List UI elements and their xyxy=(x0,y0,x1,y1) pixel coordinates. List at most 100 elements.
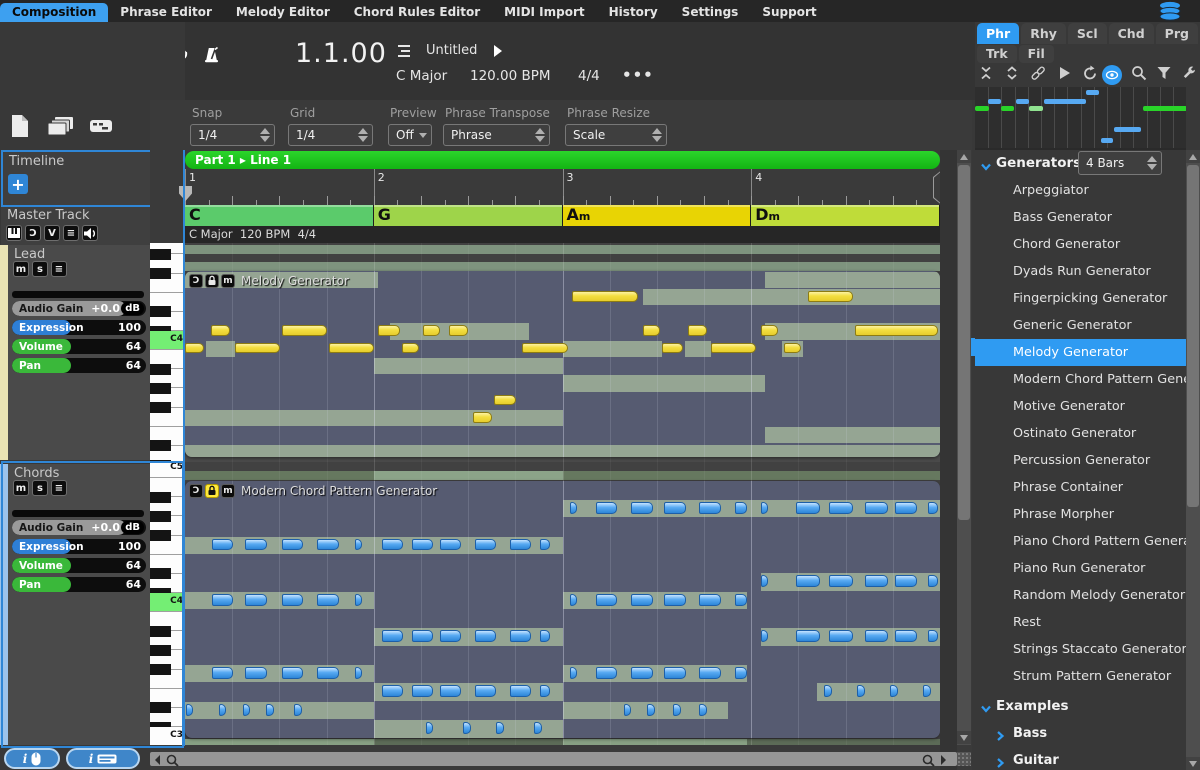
midi-note[interactable] xyxy=(382,539,404,551)
piano-black-key[interactable] xyxy=(150,568,171,579)
tempo-display[interactable]: 120.00 BPM xyxy=(470,68,565,84)
midi-note[interactable] xyxy=(317,539,339,551)
chevron-right-icon[interactable] xyxy=(995,727,1006,739)
midi-note[interactable] xyxy=(596,594,618,606)
piano-black-key[interactable] xyxy=(150,511,171,522)
midi-note[interactable] xyxy=(596,667,618,679)
chevron-down-icon[interactable] xyxy=(980,700,992,712)
midi-note[interactable] xyxy=(317,667,339,679)
midi-note[interactable] xyxy=(796,630,820,642)
generator-item-ostinato-generator[interactable]: Ostinato Generator xyxy=(975,420,1186,447)
midi-note[interactable] xyxy=(662,343,684,354)
expand-icon[interactable] xyxy=(1004,65,1020,85)
midi-note[interactable] xyxy=(245,667,267,679)
key-display[interactable]: C Major xyxy=(396,68,466,84)
piano-black-key[interactable] xyxy=(150,364,171,375)
midi-note[interactable] xyxy=(412,685,434,697)
piano-black-key[interactable] xyxy=(150,664,171,675)
add-timeline-button[interactable]: + xyxy=(8,174,28,194)
midi-note[interactable] xyxy=(664,502,686,514)
midi-note[interactable] xyxy=(382,685,404,697)
midi-note[interactable] xyxy=(282,325,327,336)
generator-item-bass-generator[interactable]: Bass Generator xyxy=(975,204,1186,231)
piano-black-key[interactable] xyxy=(150,402,171,413)
new-file-icon[interactable] xyxy=(8,114,32,142)
piano-black-key[interactable] xyxy=(150,492,171,503)
solo-button[interactable]: s xyxy=(32,261,48,277)
midi-note[interactable] xyxy=(522,343,567,354)
piano-black-key[interactable] xyxy=(150,268,171,279)
track-menu-button[interactable]: ≡ xyxy=(51,261,67,277)
piano-black-key[interactable] xyxy=(150,702,171,713)
midi-note[interactable] xyxy=(796,575,820,587)
hscroll-left-button[interactable] xyxy=(152,752,165,766)
generator-item-melody-generator[interactable]: Melody Generator xyxy=(975,339,1186,366)
lead-keyboard[interactable]: C4 xyxy=(150,243,185,462)
midi-note[interactable] xyxy=(540,685,550,697)
main-hscrollbar[interactable] xyxy=(150,752,957,766)
eye-icon[interactable] xyxy=(1102,65,1122,85)
midi-note[interactable] xyxy=(796,502,820,514)
phrase-lock-icon[interactable] xyxy=(205,274,219,288)
menu-tab-chord-rules-editor[interactable]: Chord Rules Editor xyxy=(342,3,492,22)
midi-note[interactable] xyxy=(928,575,938,587)
midi-note[interactable] xyxy=(699,502,721,514)
solo-button[interactable]: s xyxy=(32,480,48,496)
generator-item-percussion-generator[interactable]: Percussion Generator xyxy=(975,447,1186,474)
tab-phr[interactable]: Phr xyxy=(977,23,1019,44)
menu-tab-melody-editor[interactable]: Melody Editor xyxy=(224,3,342,22)
piano-black-key[interactable] xyxy=(150,440,171,451)
midi-note[interactable] xyxy=(402,343,419,354)
expression-slider[interactable]: Expression100 xyxy=(12,320,146,335)
midi-note[interactable] xyxy=(440,539,462,551)
rp-scroll-thumb[interactable] xyxy=(1187,165,1199,507)
song-title[interactable]: Untitled xyxy=(426,43,496,59)
refresh-icon[interactable] xyxy=(1082,65,1098,85)
hscroll-zoom-icon-right[interactable] xyxy=(922,752,936,766)
phrase-lock-icon[interactable] xyxy=(205,484,219,498)
preview-select[interactable]: Off xyxy=(388,124,432,146)
midi-note[interactable] xyxy=(282,667,304,679)
magnet-icon[interactable]: Ɔ xyxy=(25,225,41,241)
midi-note[interactable] xyxy=(673,704,680,716)
track-menu-button[interactable]: ≡ xyxy=(51,480,67,496)
midi-note[interactable] xyxy=(761,325,778,336)
track-panel-chords[interactable]: Chordsms≡Audio Gain+0.0dBExpression100Vo… xyxy=(8,464,150,745)
midi-note[interactable] xyxy=(664,667,686,679)
generator-item-dyads-run-generator[interactable]: Dyads Run Generator xyxy=(975,258,1186,285)
midi-note[interactable] xyxy=(895,575,917,587)
mute-button[interactable]: m xyxy=(13,480,29,496)
scroll-down-button[interactable] xyxy=(957,731,971,744)
resize-select[interactable]: Scale xyxy=(565,124,667,146)
generator-item-piano-chord-pattern-generator[interactable]: Piano Chord Pattern Generator xyxy=(975,528,1186,555)
card-icon[interactable] xyxy=(89,117,113,139)
midi-note[interactable] xyxy=(570,594,577,606)
chord-block-C[interactable]: C xyxy=(185,205,374,226)
midi-note[interactable] xyxy=(596,502,618,514)
midi-note[interactable] xyxy=(440,685,462,697)
chord-block-G[interactable]: G xyxy=(374,205,563,226)
midi-note[interactable] xyxy=(699,704,706,716)
midi-note[interactable] xyxy=(475,685,497,697)
midi-note[interactable] xyxy=(855,325,938,336)
track-panel-lead[interactable]: Leadms≡Audio Gain+0.0dBExpression100Volu… xyxy=(8,245,150,460)
midi-note[interactable] xyxy=(647,704,654,716)
midi-note[interactable] xyxy=(808,291,853,302)
volume-slider[interactable]: Volume64 xyxy=(12,339,146,354)
tab-fil[interactable]: Fil xyxy=(1019,45,1054,63)
layers-icon[interactable] xyxy=(46,115,75,141)
tab-rhy[interactable]: Rhy xyxy=(1021,23,1066,44)
menu-tab-settings[interactable]: Settings xyxy=(670,3,751,22)
menu-tab-phrase-editor[interactable]: Phrase Editor xyxy=(108,3,224,22)
bars-selector[interactable]: 4 Bars xyxy=(1078,151,1162,175)
volume-slider[interactable]: Volume64 xyxy=(12,558,146,573)
phrase-loop-icon[interactable]: Ɔ xyxy=(189,274,203,288)
midi-note[interactable] xyxy=(266,704,273,716)
midi-note[interactable] xyxy=(211,325,230,336)
midi-note[interactable] xyxy=(510,685,532,697)
pan-slider[interactable]: Pan64 xyxy=(12,577,146,592)
midi-note[interactable] xyxy=(212,594,234,606)
phrase-mute-icon[interactable]: m xyxy=(221,274,235,288)
midi-note[interactable] xyxy=(235,343,280,354)
midi-note[interactable] xyxy=(378,325,400,336)
